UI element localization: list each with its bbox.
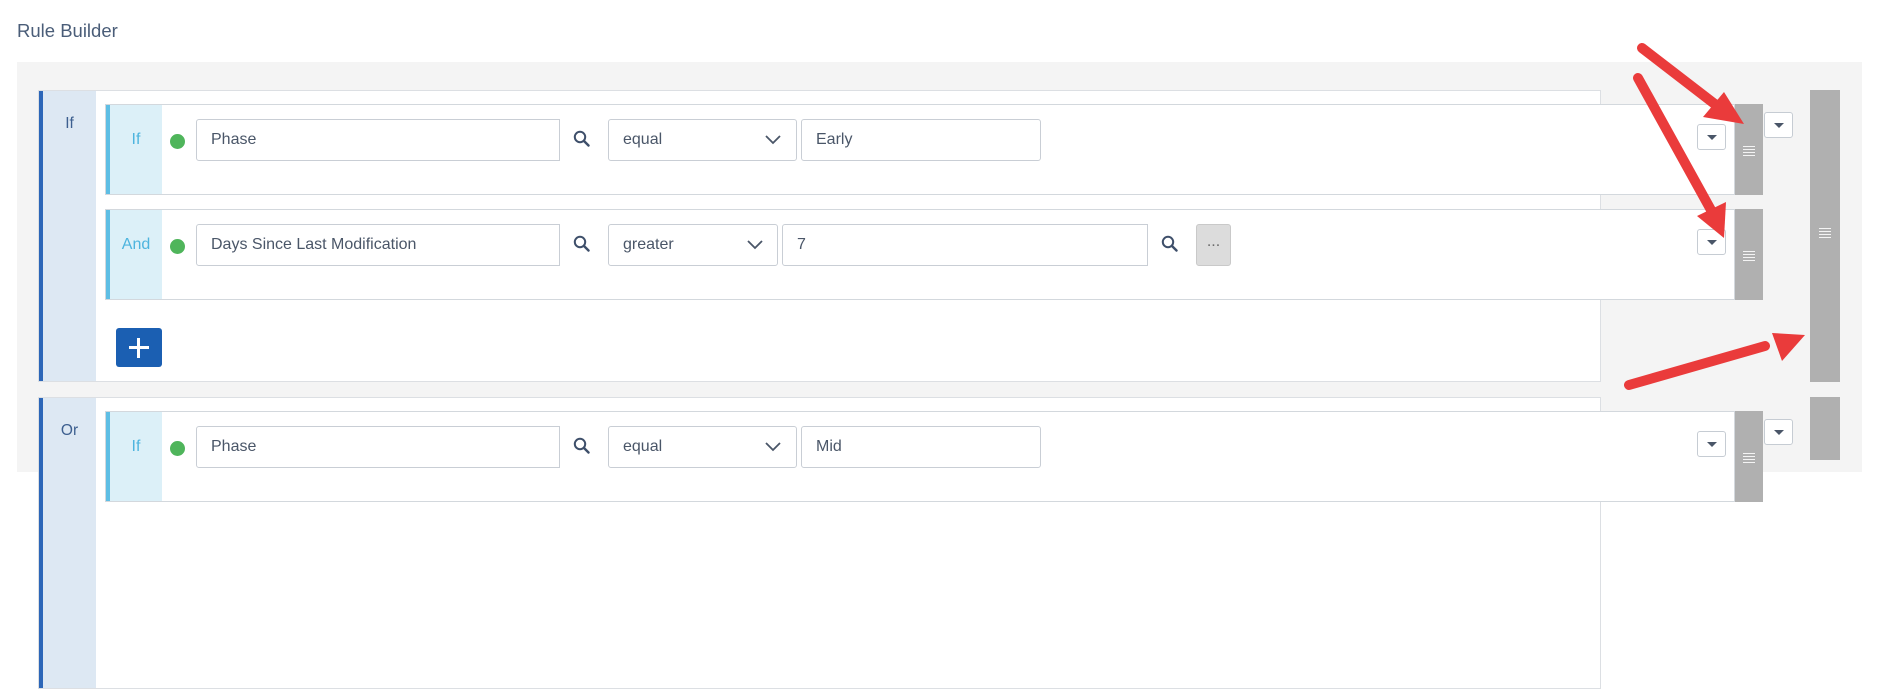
annotation-arrows (1624, 43, 1805, 390)
annotation-arrow (1624, 333, 1805, 390)
